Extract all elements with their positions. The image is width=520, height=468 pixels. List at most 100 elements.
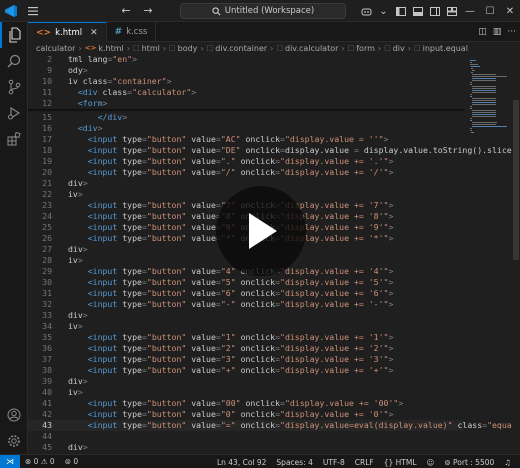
encoding[interactable]: UTF-8 [318, 458, 350, 467]
toggle-sidebar-icon[interactable] [392, 0, 409, 22]
command-center-label: Untitled (Workspace) [224, 6, 315, 16]
code-token-text: value [186, 233, 216, 243]
code-line[interactable]: 37 <input type="button" value="3" onclic… [28, 354, 464, 365]
toggle-panel-icon[interactable] [409, 0, 426, 22]
copilot-icon[interactable] [358, 0, 375, 22]
ports-indicator[interactable]: ⊚ 0 [60, 457, 83, 466]
code-token-string: "AC" [220, 134, 241, 144]
code-line[interactable]: 45 div> [28, 442, 464, 453]
indentation[interactable]: Spaces: 4 [271, 458, 317, 467]
breadcrumb-item[interactable]: input.equal [423, 44, 468, 53]
sticky-code-line[interactable]: 9 ody> [28, 65, 464, 76]
vertical-scrollbar[interactable] [512, 54, 520, 454]
breadcrumb-item[interactable]: div.container [215, 44, 267, 53]
code-token-text: iv [68, 189, 78, 199]
account-icon[interactable] [0, 402, 28, 428]
line-number: 32 [42, 299, 52, 309]
minimize-icon[interactable]: — [460, 0, 480, 22]
code-line[interactable]: 18 <input type="button" value="DE" oncli… [28, 145, 520, 156]
problems-indicator[interactable]: ⊗ 0 ⚠ 0 [20, 457, 60, 466]
scrollbar-thumb[interactable] [513, 100, 519, 260]
chevron-down-icon[interactable]: ⌄ [375, 0, 392, 22]
live-server[interactable]: ⊚ Port : 5500 [439, 458, 499, 467]
code-line[interactable]: 38 <input type="button" value="+" onclic… [28, 365, 464, 376]
breadcrumb-item[interactable]: form [356, 44, 375, 53]
code-line[interactable]: 39 div> [28, 376, 464, 387]
code-text: iv> [68, 255, 83, 266]
minimap[interactable] [468, 54, 512, 454]
copilot-status-icon[interactable]: ☺ [422, 458, 440, 467]
line-number: 12 [42, 98, 52, 108]
sticky-code-line[interactable]: 10 iv class="container"> [28, 76, 464, 87]
code-line[interactable]: 30 <input type="button" value="5" onclic… [28, 277, 464, 288]
code-line[interactable]: 17 <input type="button" value="AC" oncli… [28, 134, 464, 145]
code-token-tag: <input [87, 211, 118, 221]
toggle-secondary-sidebar-icon[interactable] [426, 0, 443, 22]
code-line[interactable]: 36 <input type="button" value="2" onclic… [28, 343, 464, 354]
code-line[interactable]: 33 div> [28, 310, 464, 321]
manage-gear-icon[interactable] [0, 428, 28, 454]
code-line[interactable]: 44 [28, 431, 464, 442]
remote-window-icon[interactable]: ⋊ [0, 454, 20, 468]
code-token-punct: > [388, 266, 394, 276]
tab-label: k.html [55, 27, 83, 38]
breadcrumb-item[interactable]: calculator [36, 44, 75, 53]
line-number: 22 [42, 189, 52, 199]
end-of-line[interactable]: CRLF [350, 458, 379, 467]
sticky-code-line[interactable]: 2 tml lang="en"> [28, 54, 464, 65]
sticky-code-line[interactable]: 12 <form> [28, 98, 464, 109]
code-line[interactable]: 15 </div> [28, 112, 464, 123]
breadcrumb-item[interactable]: body [178, 44, 198, 53]
code-line[interactable]: 35 <input type="button" value="1" onclic… [28, 332, 464, 343]
code-line[interactable]: 16 <div> [28, 123, 464, 134]
breadcrumb-item[interactable]: html [142, 44, 160, 53]
notifications-bell-icon[interactable]: ♫ [499, 458, 516, 467]
sticky-code-line[interactable]: 11 <div class="calculator"> [28, 87, 464, 98]
explorer-icon[interactable] [0, 22, 28, 48]
line-number: 26 [42, 233, 52, 243]
close-window-icon[interactable]: ✕ [500, 0, 520, 22]
open-preview-icon[interactable]: ◫ [478, 27, 487, 37]
forward-arrow-icon[interactable]: → [140, 2, 156, 20]
code-line[interactable]: 19 <input type="button" value="." onclic… [28, 156, 464, 167]
code-text: div> [68, 310, 88, 321]
code-token-tag: <input [87, 266, 118, 276]
code-line[interactable]: 41 <input type="button" value="00" oncli… [28, 398, 464, 409]
customize-layout-icon[interactable] [443, 0, 460, 22]
code-line[interactable]: 20 <input type="button" value="/" onclic… [28, 167, 464, 178]
breadcrumb-item[interactable]: div.calculator [285, 44, 338, 53]
code-token-string: "3" [220, 354, 236, 364]
search-activity-icon[interactable] [0, 48, 28, 74]
menu-icon[interactable] [26, 4, 40, 18]
cursor-position[interactable]: Ln 43, Col 92 [212, 458, 271, 467]
close-icon[interactable]: ✕ [90, 28, 98, 38]
tab-k-html[interactable]: <> k.html ✕ [28, 22, 107, 42]
code-line[interactable]: 32 <input type="button" value="-" onclic… [28, 299, 464, 310]
extensions-icon[interactable] [0, 126, 28, 152]
video-play-button[interactable] [216, 186, 306, 276]
source-control-icon[interactable] [0, 74, 28, 100]
code-token-text: type [117, 134, 142, 144]
maximize-icon[interactable]: ☐ [480, 0, 500, 22]
run-debug-icon[interactable] [0, 100, 28, 126]
code-line[interactable]: 31 <input type="button" value="6" onclic… [28, 288, 464, 299]
more-actions-icon[interactable]: ··· [507, 27, 516, 37]
breadcrumb-item[interactable]: k.html [98, 44, 123, 53]
code-line[interactable]: 42 <input type="button" value="0" onclic… [28, 409, 464, 420]
minimap-line [470, 64, 479, 65]
code-line[interactable]: 43 <input type="button" value="=" onclic… [28, 420, 520, 431]
back-arrow-icon[interactable]: ← [118, 2, 134, 20]
command-center[interactable]: Untitled (Workspace) [180, 3, 346, 19]
braces-icon: {} [383, 457, 396, 467]
code-token-text: type [117, 167, 142, 177]
code-line[interactable]: 40 iv> [28, 387, 464, 398]
breadcrumb-item[interactable]: div [393, 44, 405, 53]
language-mode[interactable]: {} HTML [379, 458, 422, 467]
code-text: <input type="button" value="+" onclick="… [68, 365, 394, 376]
code-line[interactable]: 34 iv> [28, 321, 464, 332]
split-editor-icon[interactable]: ▥ [493, 27, 502, 37]
tab-k-css[interactable]: # k.css [107, 22, 157, 42]
